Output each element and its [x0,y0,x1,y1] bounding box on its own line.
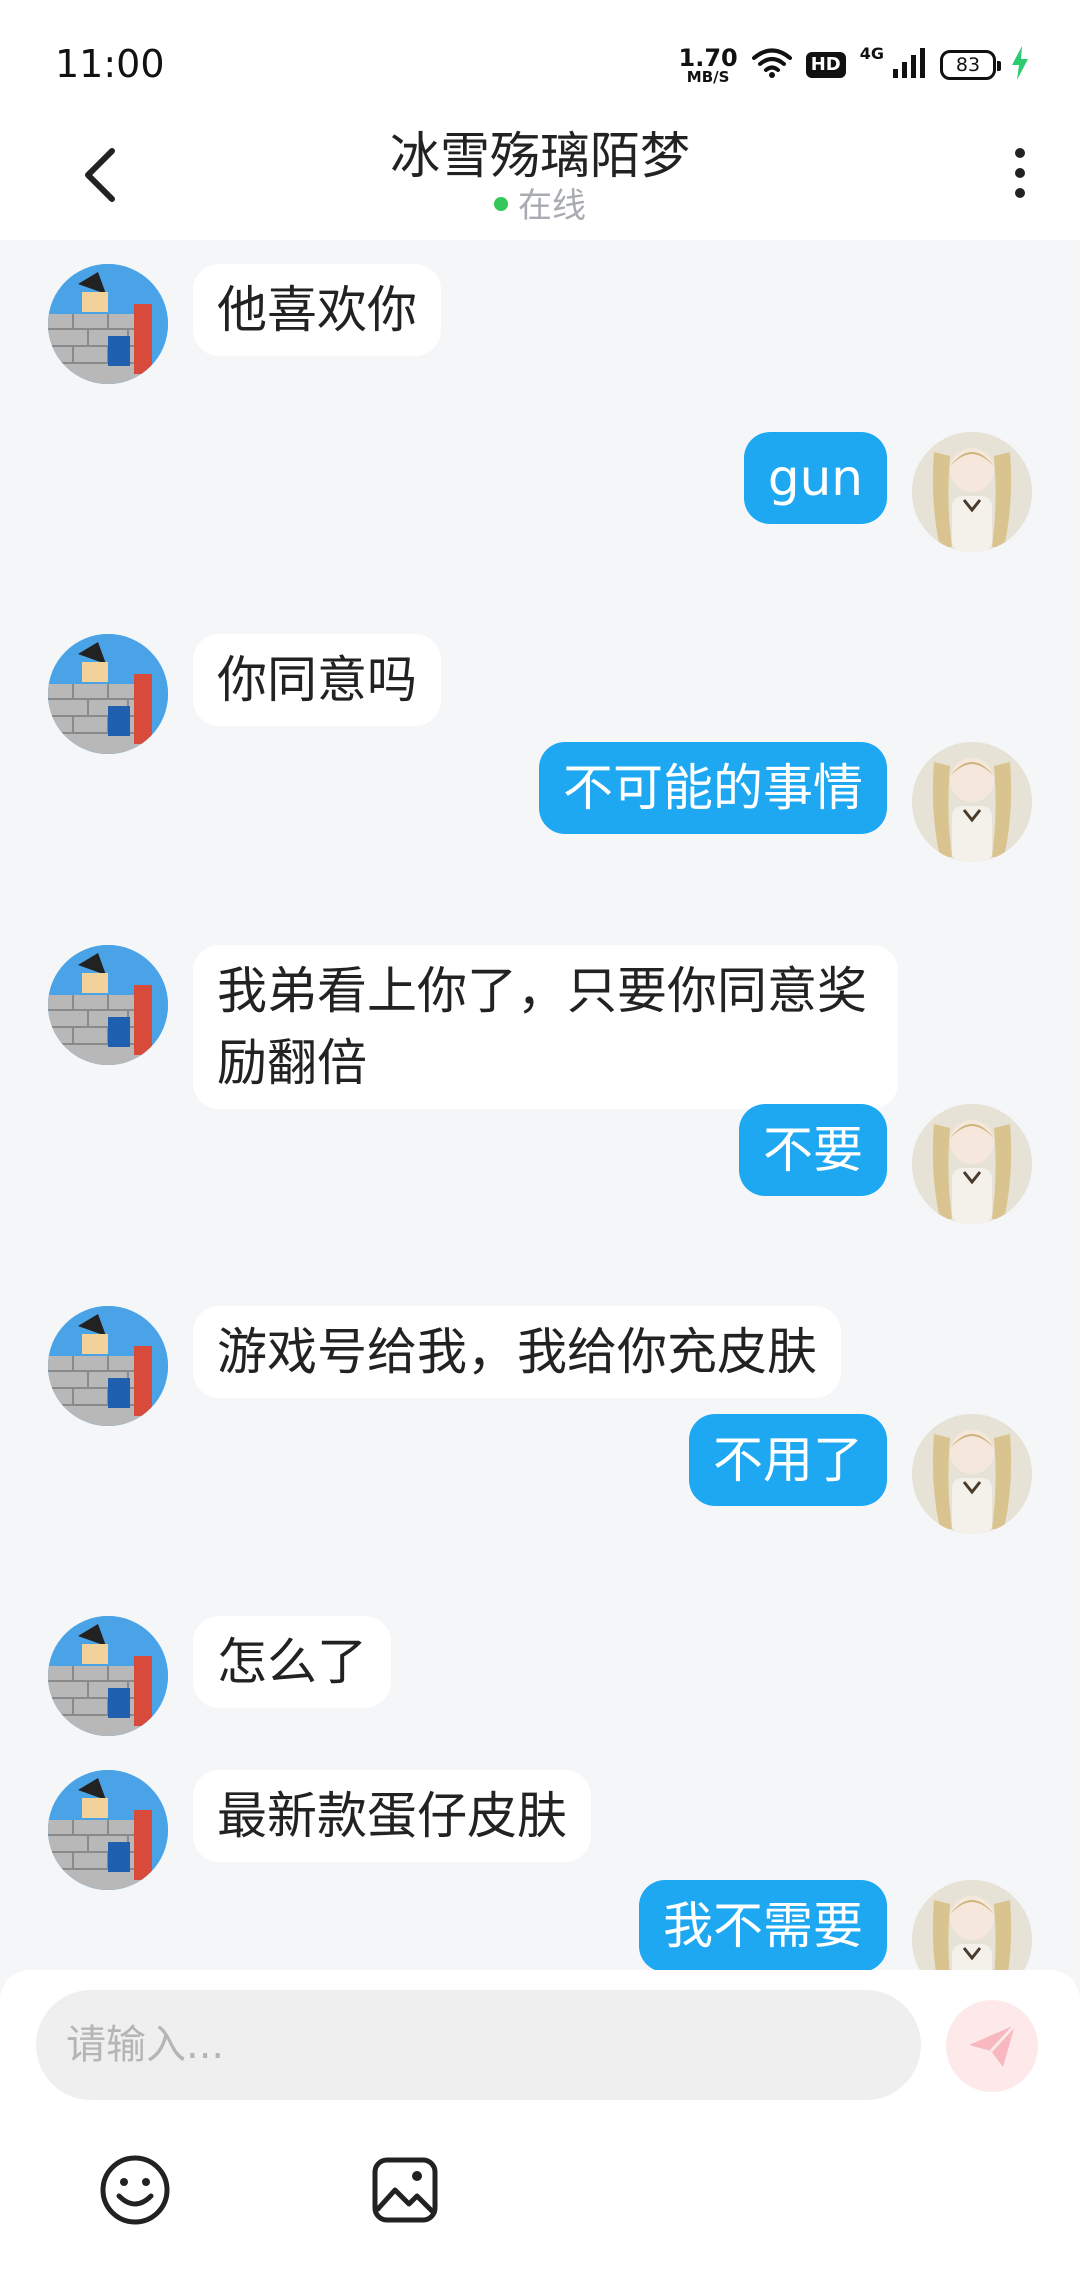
contact-avatar[interactable] [48,264,168,384]
battery-level: 83 [955,54,981,76]
incoming-message-bubble[interactable]: 游戏号给我，我给你充皮肤 [193,1306,841,1398]
image-icon [372,2157,438,2223]
incoming-message-bubble[interactable]: 怎么了 [193,1616,391,1708]
contact-avatar[interactable] [48,1770,168,1890]
outgoing-message-bubble[interactable]: 不可能的事情 [539,742,887,834]
network-type-label: 4G [859,44,884,63]
contact-avatar[interactable] [48,945,168,1065]
user-avatar[interactable] [912,1880,1032,1970]
contact-avatar[interactable] [48,1306,168,1426]
message-list[interactable]: 他喜欢你 gun 你同意吗 不可能的事情 我弟看上你了，只要你同意奖励翻倍 不要… [0,240,1080,1970]
more-dot-icon [1015,188,1025,198]
image-button[interactable] [365,2150,445,2230]
incoming-message-bubble[interactable]: 最新款蛋仔皮肤 [193,1770,591,1862]
message-composer [0,1970,1080,2280]
charging-icon [1010,46,1030,84]
user-avatar[interactable] [912,742,1032,862]
hd-badge: HD [805,52,846,78]
outgoing-message-bubble[interactable]: 不用了 [689,1414,887,1506]
more-dot-icon [1015,168,1025,178]
incoming-message-bubble[interactable]: 你同意吗 [193,634,441,726]
outgoing-message-bubble[interactable]: gun [743,432,887,524]
chat-header: 冰雪殇璃陌梦 在线 [0,110,1080,240]
status-time: 11:00 [55,42,165,86]
battery-icon: 83 [940,50,1001,80]
wifi-icon [751,47,792,83]
status-bar: 11:00 1.70 MB/S HD 4G 83 [0,0,1080,110]
more-dot-icon [1015,148,1025,158]
incoming-message-bubble[interactable]: 他喜欢你 [193,264,441,356]
network-speed-unit: MB/S [686,67,730,86]
contact-avatar[interactable] [48,1616,168,1736]
user-avatar[interactable] [912,1414,1032,1534]
network-speed: 1.70 MB/S [679,46,738,85]
presence-label: 在线 [518,186,586,226]
incoming-message-bubble[interactable]: 我弟看上你了，只要你同意奖励翻倍 [193,945,898,1109]
online-dot-icon [494,196,508,211]
more-options-button[interactable] [1000,138,1040,208]
emoji-icon [100,2155,170,2225]
contact-avatar[interactable] [48,634,168,754]
message-input[interactable] [36,1990,921,2100]
signal-icon [892,47,926,83]
status-icons: 1.70 MB/S HD 4G 83 [679,40,1031,90]
user-avatar[interactable] [912,1104,1032,1224]
user-avatar[interactable] [912,432,1032,552]
network-speed-value: 1.70 [678,43,738,72]
send-icon [969,2023,1017,2067]
outgoing-message-bubble[interactable]: 不要 [739,1104,887,1196]
send-button[interactable] [946,2000,1038,2092]
emoji-button[interactable] [95,2150,175,2230]
presence-status: 在线 [0,178,1080,227]
outgoing-message-bubble[interactable]: 我不需要 [639,1880,887,1970]
